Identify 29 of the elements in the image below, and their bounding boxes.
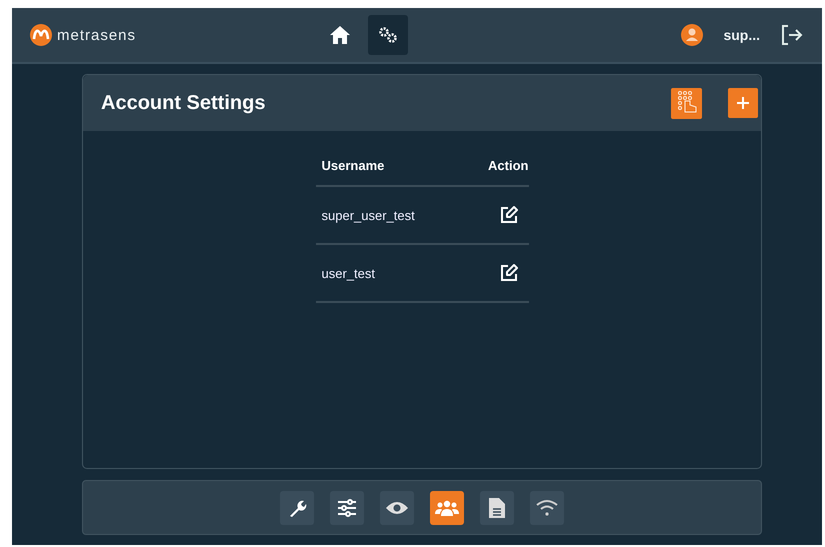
logo-icon [30,24,52,46]
keypad-button[interactable] [671,88,702,118]
avatar-icon[interactable] [681,24,704,46]
document-icon [489,498,505,518]
nav-button[interactable] [368,15,408,55]
plus-icon [737,97,749,109]
card-title: Account Settings [101,92,266,114]
username-cell: user_test [322,266,375,280]
tab-button[interactable] [330,490,364,524]
sliders-icon [336,498,358,518]
username-label: sup... [723,27,760,43]
wifi-icon [535,498,559,516]
logout-icon[interactable] [780,24,804,46]
tab-button[interactable] [430,490,464,524]
tab-button[interactable] [280,490,314,524]
tab-button[interactable] [380,490,414,524]
users-icon [435,498,459,516]
tab-button[interactable] [480,490,514,524]
home-icon [329,25,351,45]
brand-name: metrasens [57,26,136,44]
eye-icon [385,500,409,516]
edit-icon[interactable] [498,263,518,283]
tab-button[interactable] [530,490,564,524]
username-cell: super_user_test [322,208,415,222]
gears-icon [377,26,399,44]
add-button[interactable] [728,88,758,118]
column-header: Action [488,158,528,172]
edit-icon[interactable] [498,205,518,225]
column-header: Username [322,158,384,172]
